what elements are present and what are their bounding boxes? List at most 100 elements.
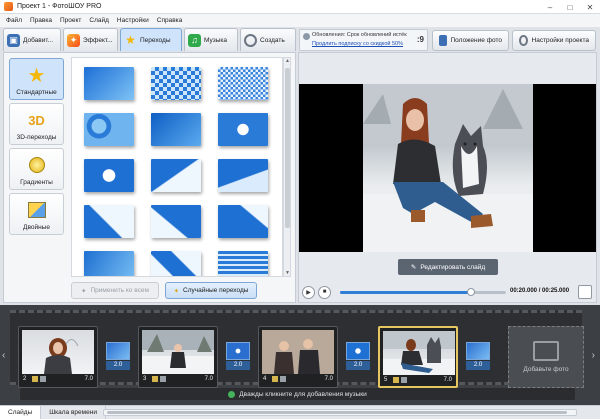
add-photo-placeholder[interactable]: Добавьте фото bbox=[508, 326, 584, 388]
transition-duration: 2.0 bbox=[226, 361, 250, 370]
transition-icon bbox=[466, 342, 490, 360]
slide-duration: 7.0 bbox=[84, 376, 93, 382]
tab-transitions[interactable]: ★ Переходы bbox=[120, 28, 182, 51]
menu-edit[interactable]: Правка bbox=[30, 17, 52, 24]
tab-effects[interactable]: ✦ Эффект... bbox=[63, 28, 118, 51]
category-standard[interactable]: ★ Стандартные bbox=[9, 58, 64, 100]
pencil-icon[interactable] bbox=[272, 376, 278, 382]
transition-thumb[interactable] bbox=[151, 205, 201, 238]
player-controls: ▶ ■ 00:20.000 / 00:25.000 bbox=[299, 281, 596, 303]
scrollbar-thumb[interactable] bbox=[107, 411, 567, 414]
transition-thumb[interactable] bbox=[84, 205, 134, 238]
chevron-left-icon[interactable]: ‹ bbox=[2, 350, 5, 361]
stop-icon[interactable]: ■ bbox=[318, 285, 331, 299]
transition-thumb[interactable] bbox=[84, 251, 134, 276]
slide-card[interactable]: 3 7.0 bbox=[138, 326, 218, 388]
timeline-transition[interactable]: 2.0 bbox=[106, 342, 132, 372]
tab-create[interactable]: Создать bbox=[240, 28, 296, 51]
menu-file[interactable]: Файл bbox=[6, 17, 22, 24]
slide-number: 2 bbox=[23, 376, 27, 382]
pencil-icon[interactable] bbox=[393, 377, 399, 383]
sound-icon[interactable] bbox=[40, 376, 46, 382]
tab-slides[interactable]: Слайды bbox=[0, 406, 42, 419]
music-track[interactable]: Дважды кликните для добавления музыки bbox=[20, 388, 575, 400]
category-gradients[interactable]: Градиенты bbox=[9, 148, 64, 190]
transition-duration: 2.0 bbox=[466, 361, 490, 370]
pencil-icon[interactable] bbox=[32, 376, 38, 382]
project-settings-button[interactable]: Настройки проекта bbox=[512, 30, 596, 51]
transition-thumb[interactable] bbox=[84, 159, 134, 192]
update-notice: Обновления: Срок обновлений истёк Продли… bbox=[299, 29, 428, 51]
tab-timeline[interactable]: Шкала времени bbox=[41, 406, 106, 419]
apply-to-all-button[interactable]: ✦ Применить ко всем bbox=[71, 282, 159, 299]
chevron-right-icon[interactable]: › bbox=[592, 350, 595, 361]
transition-thumb[interactable] bbox=[218, 159, 268, 192]
pencil-icon[interactable] bbox=[152, 376, 158, 382]
progress-knob[interactable] bbox=[467, 288, 476, 296]
pencil-icon: ✎ bbox=[410, 264, 417, 271]
renew-subscription-link[interactable]: Продлить подписку со скидкой 50% bbox=[312, 41, 424, 47]
tab-add[interactable]: ▣ Добавит... bbox=[3, 28, 61, 51]
current-time: 00:20.000 bbox=[510, 288, 538, 294]
timeline-transition[interactable]: 2.0 bbox=[466, 342, 492, 372]
transition-thumb[interactable] bbox=[151, 251, 201, 276]
progress-fill bbox=[340, 291, 472, 294]
3d-icon: 3D bbox=[28, 112, 45, 128]
timeline-transition[interactable]: 2.0 bbox=[346, 342, 372, 372]
transitions-grid-area bbox=[71, 57, 283, 277]
photo-position-icon bbox=[439, 35, 447, 46]
fullscreen-icon[interactable] bbox=[578, 285, 592, 299]
transition-thumb[interactable] bbox=[151, 113, 201, 146]
maximize-icon[interactable]: □ bbox=[560, 0, 580, 14]
play-icon[interactable]: ▶ bbox=[302, 285, 315, 299]
film-reel-icon bbox=[244, 33, 257, 47]
scroll-down-icon[interactable]: ▼ bbox=[284, 270, 291, 276]
transition-icon bbox=[346, 342, 370, 360]
slide-indicators bbox=[152, 376, 166, 382]
transition-thumb[interactable] bbox=[151, 159, 201, 192]
category-3d[interactable]: 3D 3D-переходы bbox=[9, 103, 64, 145]
playback-progress[interactable] bbox=[340, 288, 506, 296]
star-icon: ★ bbox=[27, 64, 46, 87]
slide-card[interactable]: 4 7.0 bbox=[258, 326, 338, 388]
slide-card[interactable]: 2 7.0 bbox=[18, 326, 98, 388]
scroll-up-icon[interactable]: ▲ bbox=[284, 58, 291, 64]
scrollbar-thumb[interactable] bbox=[285, 68, 290, 228]
slide-number: 5 bbox=[384, 377, 388, 383]
photo-position-button[interactable]: Положение фото bbox=[432, 30, 509, 51]
slide-duration: 7.0 bbox=[324, 376, 333, 382]
slide-2-image bbox=[44, 338, 79, 374]
sound-icon[interactable] bbox=[401, 377, 407, 383]
tab-music[interactable]: ♫ Музыка bbox=[184, 28, 238, 51]
transition-thumb[interactable] bbox=[84, 67, 134, 100]
gradient-icon bbox=[26, 154, 48, 176]
menu-project[interactable]: Проект bbox=[60, 17, 81, 24]
slide-card-selected[interactable]: 5 7.0 bbox=[378, 326, 458, 388]
image-icon bbox=[533, 341, 559, 361]
close-icon[interactable]: ✕ bbox=[580, 0, 600, 14]
transitions-scrollbar[interactable]: ▲ ▼ bbox=[283, 57, 291, 277]
timeline-scrollbar[interactable] bbox=[103, 409, 577, 416]
music-icon: ♫ bbox=[188, 33, 201, 47]
menu-help[interactable]: Справка bbox=[157, 17, 183, 24]
transition-thumb[interactable] bbox=[218, 205, 268, 238]
effects-icon: ✦ bbox=[67, 33, 80, 47]
slides-timeline: ‹ › 2 7.0 2.0 3 7.0 2.0 4 7.0 2.0 5 7.0 … bbox=[0, 305, 600, 405]
transitions-grid bbox=[84, 67, 268, 276]
menu-slide[interactable]: Слайд bbox=[89, 17, 109, 24]
sound-icon[interactable] bbox=[280, 376, 286, 382]
transition-thumb[interactable] bbox=[151, 67, 201, 100]
timeline-transition[interactable]: 2.0 bbox=[226, 342, 252, 372]
filmstrip: 2 7.0 2.0 3 7.0 2.0 4 7.0 2.0 5 7.0 2.0 … bbox=[10, 310, 584, 388]
minimize-icon[interactable]: – bbox=[540, 0, 560, 14]
random-transitions-button[interactable]: ✦ Случайные переходы bbox=[165, 282, 257, 299]
transition-thumb[interactable] bbox=[218, 251, 268, 276]
sound-icon[interactable] bbox=[160, 376, 166, 382]
transition-thumb[interactable] bbox=[218, 113, 268, 146]
transition-thumb[interactable] bbox=[218, 67, 268, 100]
edit-slide-button[interactable]: ✎ Редактировать слайд bbox=[398, 259, 498, 275]
folder-icon: ▣ bbox=[7, 33, 20, 47]
transition-thumb[interactable] bbox=[84, 113, 134, 146]
category-double[interactable]: Двойные bbox=[9, 193, 64, 235]
menu-settings[interactable]: Настройки bbox=[117, 17, 149, 24]
